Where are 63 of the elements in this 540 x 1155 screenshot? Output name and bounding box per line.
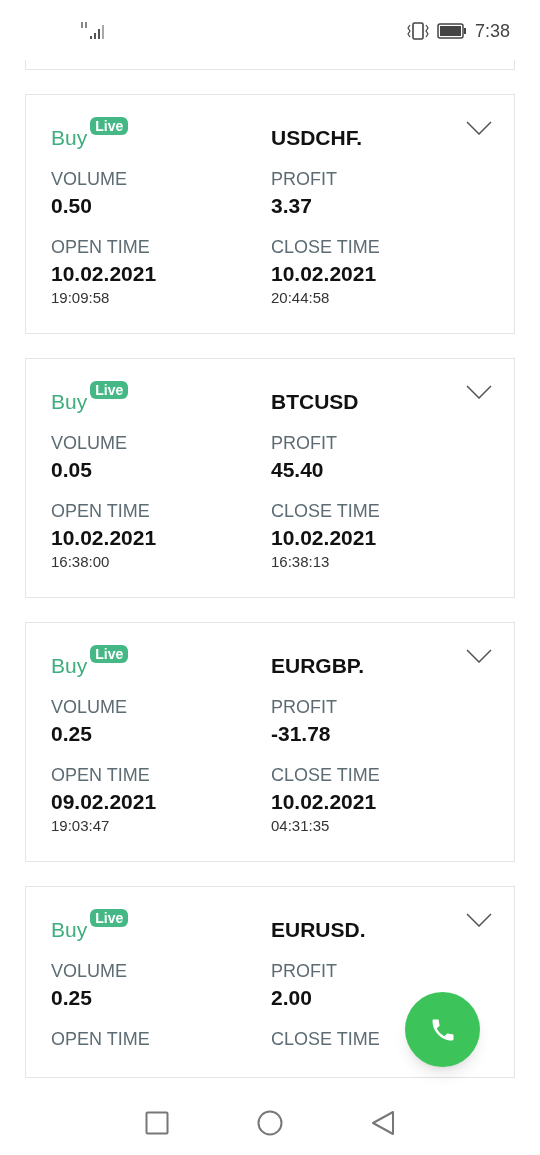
field-value: 45.40 — [271, 457, 324, 483]
field-label: PROFIT — [271, 960, 337, 983]
trade-symbol: EURGBP. — [271, 653, 365, 679]
field-value: 0.05 — [51, 457, 92, 483]
field-value: 0.25 — [51, 721, 92, 747]
field-value: 0.25 — [51, 985, 92, 1011]
status-time: 7:38 — [474, 19, 510, 43]
field-time: 16:38:00 — [51, 553, 110, 571]
trade-card[interactable]: Buy Live BTCUSD VOLUME 0.05 PROFIT 45.40 OPEN TIME 10.02.2021 16:38:00 CLOSE TIME 10.02.2021 16:38:13 — [25, 358, 515, 598]
signal-icon — [80, 21, 106, 41]
field-label: OPEN TIME — [51, 764, 150, 787]
field-value: 2.00 — [271, 985, 312, 1011]
field-label: PROFIT — [271, 432, 337, 455]
home-icon[interactable] — [257, 1110, 283, 1136]
field-label: VOLUME — [51, 960, 128, 983]
live-badge: Live — [90, 381, 129, 399]
field-label: CLOSE TIME — [271, 764, 380, 787]
trade-side: Buy — [51, 653, 88, 679]
field-value: 10.02.2021 — [51, 525, 157, 551]
vibrate-icon — [406, 22, 429, 40]
field-time: 19:03:47 — [51, 817, 110, 835]
field-value: 3.37 — [271, 193, 312, 219]
field-value: 10.02.2021 — [271, 525, 377, 551]
field-value: 10.02.2021 — [271, 789, 377, 815]
chevron-down-icon[interactable] — [466, 913, 492, 927]
trade-symbol: USDCHF. — [271, 125, 363, 151]
chevron-down-icon[interactable] — [466, 649, 492, 663]
field-value: -31.78 — [271, 721, 331, 747]
battery-icon — [436, 23, 467, 39]
field-label: OPEN TIME — [51, 236, 150, 259]
chevron-down-icon[interactable] — [466, 121, 492, 135]
field-label: CLOSE TIME — [271, 1028, 380, 1051]
field-value: 0.50 — [51, 193, 92, 219]
field-label: PROFIT — [271, 168, 337, 191]
trade-symbol: EURUSD. — [271, 917, 367, 943]
field-value: 10.02.2021 — [271, 261, 377, 287]
live-badge: Live — [90, 117, 129, 135]
field-label: OPEN TIME — [51, 500, 150, 523]
field-label: CLOSE TIME — [271, 236, 380, 259]
field-label: CLOSE TIME — [271, 500, 380, 523]
trade-card[interactable]: Buy Live EURUSD. VOLUME 0.25 PROFIT 2.00 OPEN TIME CLOSE TIME — [25, 886, 515, 1078]
field-time: 04:31:35 — [271, 817, 330, 835]
field-label: VOLUME — [51, 696, 128, 719]
live-badge: Live — [90, 645, 129, 663]
field-label: OPEN TIME — [51, 1028, 150, 1051]
back-icon[interactable] — [371, 1110, 395, 1136]
recent-apps-icon[interactable] — [145, 1111, 169, 1135]
field-label: VOLUME — [51, 432, 128, 455]
field-label: PROFIT — [271, 696, 337, 719]
field-time: 19:09:58 — [51, 289, 110, 307]
trade-side: Buy — [51, 389, 88, 415]
trade-side: Buy — [51, 125, 88, 151]
trade-card[interactable]: Buy Live EURGBP. VOLUME 0.25 PROFIT -31.78 OPEN TIME 09.02.2021 19:03:47 CLOSE TIME 10.02.2021 04:31:35 — [25, 622, 515, 862]
field-value: 10.02.2021 — [51, 261, 157, 287]
chevron-down-icon[interactable] — [466, 385, 492, 399]
trade-card[interactable]: Buy Live USDCHF. VOLUME 0.50 PROFIT 3.37 OPEN TIME 10.02.2021 19:09:58 CLOSE TIME 10.02.2021 20:44:58 — [25, 94, 515, 334]
field-label: VOLUME — [51, 168, 128, 191]
field-time: 16:38:13 — [271, 553, 330, 571]
trade-symbol: BTCUSD — [271, 389, 360, 415]
field-value: 09.02.2021 — [51, 789, 157, 815]
live-badge: Live — [90, 909, 129, 927]
trade-side: Buy — [51, 917, 88, 943]
field-time: 20:44:58 — [271, 289, 330, 307]
